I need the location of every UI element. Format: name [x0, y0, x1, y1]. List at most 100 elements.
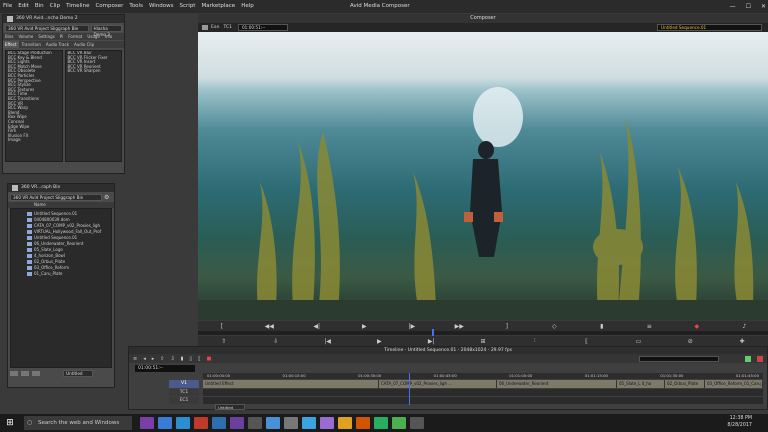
menu-marketplace[interactable]: Marketplace	[198, 0, 238, 13]
taskbar-app-icon[interactable]	[356, 417, 370, 429]
video-viewer[interactable]	[198, 32, 768, 320]
effects-icon[interactable]: ✚	[734, 338, 750, 345]
menu-composer[interactable]: Composer	[92, 0, 126, 13]
marker-icon[interactable]: ■	[207, 356, 212, 362]
mark-in-icon[interactable]: [	[214, 323, 230, 330]
maximize-icon[interactable]: ☐	[746, 3, 751, 10]
menu-script[interactable]: Script	[177, 0, 199, 13]
play-in-out-icon[interactable]: ▶	[371, 338, 387, 345]
audio-icon[interactable]: ♪	[736, 323, 752, 330]
timeline-clip[interactable]: Untitled Effect	[203, 380, 379, 388]
timeline-position[interactable]: 01:00:51:--	[135, 365, 195, 372]
bin-project-dropdown[interactable]: 360 VR Avid Project Sliggraph Bin	[10, 194, 102, 201]
overwrite-icon[interactable]: ≡	[641, 323, 657, 330]
taskbar-app-icon[interactable]	[266, 417, 280, 429]
subtab-transition[interactable]: Transition	[20, 41, 43, 48]
effects-panel-titlebar[interactable]: 360 VR Avid...ncha Demo 2	[3, 15, 124, 23]
track-v1-header[interactable]: V1	[169, 380, 199, 388]
marker-icon[interactable]: ◆	[689, 323, 705, 330]
timeline-color-swatch-2[interactable]	[757, 355, 763, 362]
gear-icon[interactable]: ⚙	[104, 194, 109, 201]
timeline-clip[interactable]: 05_Slate_L 4_ho	[617, 380, 665, 388]
timeline-view-dropdown[interactable]: Untitled	[215, 404, 245, 410]
project-dropdown[interactable]: 360 VR Avid Project Sliggraph Ble	[5, 25, 89, 32]
splice-icon[interactable]: ▯	[189, 356, 192, 362]
segment-icon[interactable]: ▭	[630, 338, 646, 345]
composer-timecode[interactable]: 01:00:51:--	[237, 24, 288, 31]
taskbar-app-icon[interactable]	[374, 417, 388, 429]
taskbar-app-icon[interactable]	[194, 417, 208, 429]
tab-format[interactable]: Format	[66, 33, 84, 40]
close-icon[interactable]	[12, 185, 18, 191]
close-icon[interactable]: ✕	[761, 3, 766, 10]
extract-icon[interactable]: ⇩	[170, 356, 174, 362]
link-icon[interactable]: ⊘	[682, 338, 698, 345]
subtab-effect[interactable]: Effect	[3, 41, 19, 48]
menu-clip[interactable]: Clip	[47, 0, 63, 13]
tab-info[interactable]: Info	[103, 33, 115, 40]
taskbar-app-icon[interactable]	[212, 417, 226, 429]
effect-item[interactable]: BCC VR Sharpen	[66, 69, 122, 74]
track-ec1-header[interactable]: EC1	[169, 397, 199, 404]
go-to-in-icon[interactable]: |◀	[320, 338, 336, 345]
timeline-clip[interactable]: 02_Orbus_Plate	[665, 380, 705, 388]
menu-help[interactable]: Help	[238, 0, 257, 13]
taskbar-app-icon[interactable]	[158, 417, 172, 429]
track-label[interactable]: TC1	[223, 25, 232, 30]
trim-icon[interactable]: ⟦	[198, 356, 200, 362]
source-label[interactable]: Ean	[211, 25, 219, 30]
lift-icon[interactable]: ⇧	[216, 338, 232, 345]
menu-windows[interactable]: Windows	[146, 0, 177, 13]
subtab-audio-track[interactable]: Audio Track	[44, 41, 71, 48]
fast-forward-icon[interactable]: ▶▶	[451, 323, 467, 330]
rewind-icon[interactable]: ◀◀	[261, 323, 277, 330]
taskbar-app-icon[interactable]	[320, 417, 334, 429]
bin-script-icon[interactable]	[32, 371, 40, 376]
timeline-color-swatch[interactable]	[745, 355, 751, 362]
taskbar-search[interactable]: ○ Search the web and Windows	[24, 416, 132, 430]
track-tc1-lane[interactable]	[203, 389, 763, 396]
taskbar-app-icon[interactable]	[338, 417, 352, 429]
clear-marks-icon[interactable]: ◇	[546, 323, 562, 330]
subtab-audio-clip[interactable]: Audio Clip	[72, 41, 96, 48]
taskbar-app-icon[interactable]	[392, 417, 406, 429]
taskbar-app-icon[interactable]	[284, 417, 298, 429]
menu-edit[interactable]: Edit	[15, 0, 32, 13]
composer-menu-icon[interactable]	[202, 25, 208, 30]
zoom-out-icon[interactable]: ◂	[143, 356, 146, 362]
timeline-clip[interactable]: 06_Underwater_Reorient	[497, 380, 617, 388]
taskbar-app-icon[interactable]	[230, 417, 244, 429]
effect-category-item[interactable]: Image	[6, 138, 62, 143]
bin-list-icon[interactable]	[21, 371, 29, 376]
overwrite-icon[interactable]: ▮	[181, 356, 184, 362]
menu-bin[interactable]: Bin	[32, 0, 47, 13]
project-extra-dropdown[interactable]: Hlasha Demo 2	[90, 25, 122, 37]
play-icon[interactable]: ▶	[356, 323, 372, 330]
sequence-name-dropdown[interactable]: Untitled Sequence.01	[657, 24, 762, 31]
composer-position-bar[interactable]	[198, 329, 768, 337]
extract-icon[interactable]: ⇩	[268, 338, 284, 345]
menu-file[interactable]: File	[0, 0, 15, 13]
close-icon[interactable]	[7, 16, 13, 22]
bin-view-dropdown[interactable]: Untitled	[63, 370, 93, 377]
match-frame-icon[interactable]: ⊞	[475, 338, 491, 345]
bin-item[interactable]: 01_Caru_Plate	[11, 271, 111, 277]
mark-out-icon[interactable]: ]	[499, 323, 515, 330]
track-tc1-header[interactable]: TC1	[169, 389, 199, 396]
taskbar-app-icon[interactable]	[248, 417, 262, 429]
minimize-icon[interactable]: —	[730, 3, 736, 10]
bin-view-icon[interactable]	[10, 371, 18, 376]
step-back-icon[interactable]: ◀|	[309, 323, 325, 330]
menu-tools[interactable]: Tools	[126, 0, 146, 13]
lift-icon[interactable]: ⇧	[160, 356, 164, 362]
step-forward-icon[interactable]: |▶	[404, 323, 420, 330]
splice-icon[interactable]: ▮	[594, 323, 610, 330]
taskbar-clock[interactable]: 12:38 PM 8/28/2017	[727, 415, 752, 429]
zoom-in-icon[interactable]: ▸	[152, 356, 155, 362]
taskbar-app-icon[interactable]	[302, 417, 316, 429]
tab-pi[interactable]: Pi	[58, 33, 65, 40]
track-v1-lane[interactable]: Untitled Effect CATA_07_COMP_v02_Proxies…	[203, 380, 763, 388]
menu-timeline[interactable]: Timeline	[63, 0, 92, 13]
track-ec1-lane[interactable]	[203, 397, 763, 404]
tab-settings[interactable]: Settings	[36, 33, 56, 40]
